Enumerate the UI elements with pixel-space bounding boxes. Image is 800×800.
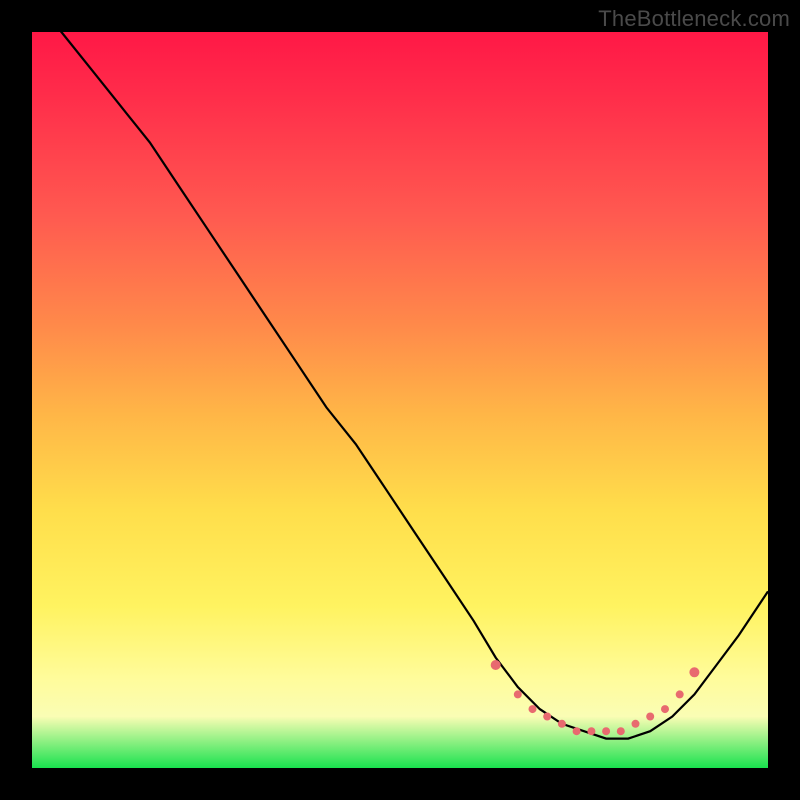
- marker-dot: [602, 727, 610, 735]
- watermark-text: TheBottleneck.com: [598, 6, 790, 32]
- marker-dot: [514, 690, 522, 698]
- curve-line: [32, 3, 768, 739]
- marker-dot: [558, 720, 566, 728]
- marker-dot: [587, 727, 595, 735]
- chart-frame: TheBottleneck.com: [0, 0, 800, 800]
- marker-dot: [617, 727, 625, 735]
- marker-dot: [491, 660, 501, 670]
- optimal-range-markers: [491, 660, 700, 735]
- marker-dot: [632, 720, 640, 728]
- marker-dot: [676, 690, 684, 698]
- marker-dot: [543, 713, 551, 721]
- marker-dot: [661, 705, 669, 713]
- bottleneck-curve: [32, 3, 768, 739]
- marker-dot: [689, 667, 699, 677]
- marker-dot: [573, 727, 581, 735]
- marker-dot: [646, 713, 654, 721]
- chart-svg: [32, 32, 768, 768]
- marker-dot: [529, 705, 537, 713]
